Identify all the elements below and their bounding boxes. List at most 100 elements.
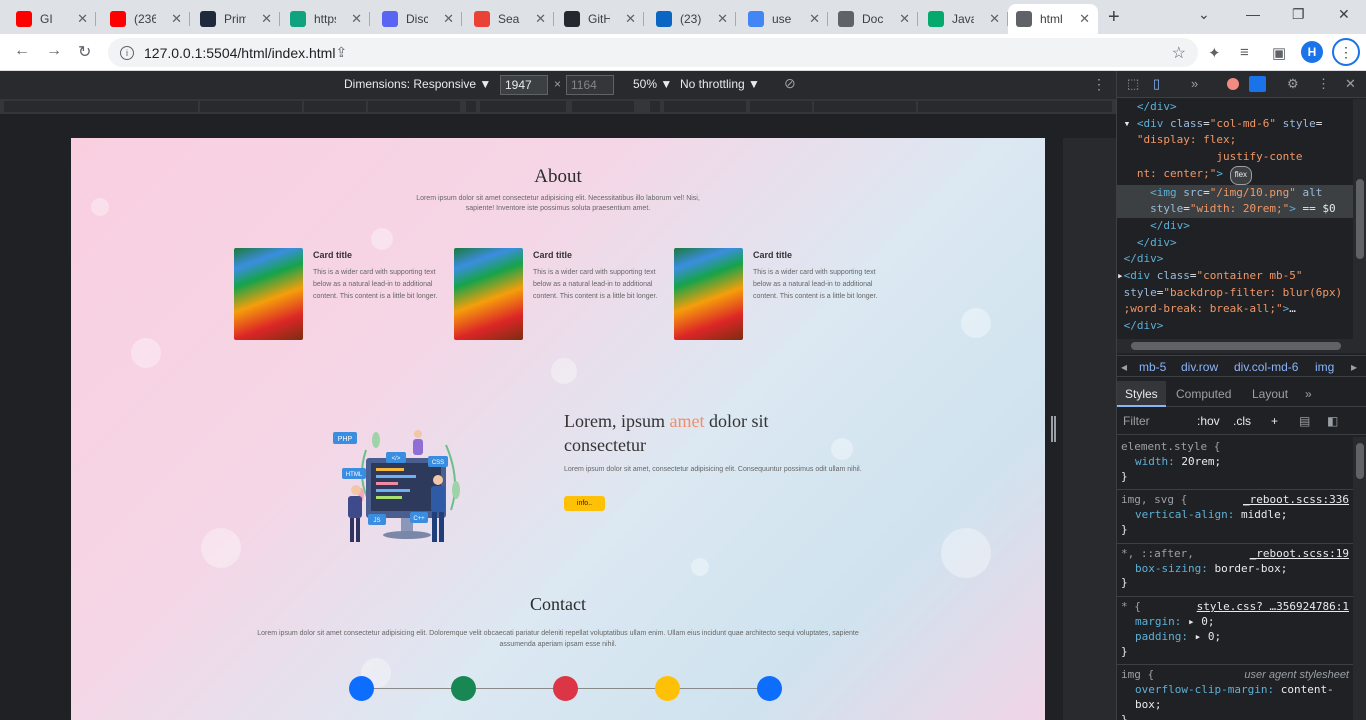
tab-close-icon[interactable]: ✕	[1079, 11, 1090, 27]
filter-input[interactable]: Filter	[1123, 414, 1150, 428]
reload-icon[interactable]: ↻	[78, 42, 91, 62]
maximize-button[interactable]: ❐	[1292, 6, 1305, 23]
info-button[interactable]: info..	[564, 496, 605, 511]
flex-badge[interactable]: flex	[1229, 165, 1253, 185]
minimize-button[interactable]: —	[1246, 6, 1260, 22]
tab-styles[interactable]: Styles	[1117, 381, 1166, 407]
settings-gear-icon[interactable]: ⚙	[1287, 76, 1299, 92]
browser-tab[interactable]: Docu ✕	[830, 4, 918, 34]
browser-tab[interactable]: GI ✕	[8, 4, 96, 34]
browser-tab[interactable]: (23) F ✕	[648, 4, 736, 34]
css-property[interactable]: width: 20rem;	[1121, 455, 1349, 470]
browser-tab[interactable]: Prim ✕	[192, 4, 280, 34]
crumb-row[interactable]: div.row	[1181, 360, 1218, 374]
tab-search-icon[interactable]: ⌄	[1198, 6, 1210, 23]
tab-close-icon[interactable]: ✕	[625, 11, 636, 27]
tab-close-icon[interactable]: ✕	[989, 11, 1000, 27]
elements-scrollbar[interactable]	[1353, 99, 1366, 339]
css-property[interactable]: box-sizing: border-box;	[1121, 562, 1349, 577]
css-rule[interactable]: * {style.css? …356924786:1 margin: ▸ 0; pa…	[1117, 597, 1353, 666]
site-info-icon[interactable]: i	[120, 45, 134, 60]
elements-tree[interactable]: </div> ▾ <div class="col-md-6" style= "d…	[1117, 99, 1353, 339]
tab-close-icon[interactable]: ✕	[77, 11, 88, 27]
crumb-img[interactable]: img	[1315, 360, 1334, 374]
new-rule-icon[interactable]: +	[1271, 414, 1278, 428]
width-input[interactable]: 1947	[500, 75, 548, 95]
timeline-dot[interactable]	[349, 676, 374, 701]
inspect-icon[interactable]: ⬚	[1127, 76, 1139, 92]
back-icon[interactable]: ←	[14, 42, 30, 60]
tab-close-icon[interactable]: ✕	[171, 11, 182, 27]
tab-close-icon[interactable]: ✕	[809, 11, 820, 27]
tab-close-icon[interactable]: ✕	[535, 11, 546, 27]
browser-tab[interactable]: use c ✕	[740, 4, 828, 34]
rule-source-link[interactable]: _reboot.scss:19	[1250, 547, 1349, 562]
timeline-dot[interactable]	[655, 676, 680, 701]
browser-menu-icon[interactable]: ⋮	[1332, 38, 1360, 66]
css-rule[interactable]: element.style {width: 20rem;}	[1117, 437, 1353, 491]
toggle-sidebar-icon[interactable]: ◧	[1327, 414, 1338, 428]
rule-source-link[interactable]: _reboot.scss:336	[1243, 493, 1349, 508]
tab-layout[interactable]: Layout	[1252, 387, 1288, 401]
rotate-icon[interactable]: ⊘	[784, 75, 796, 92]
crumb-right-arrow[interactable]: ▸	[1351, 360, 1357, 374]
css-property[interactable]: overflow-clip-margin: content-box;	[1121, 683, 1349, 713]
devtools-menu-icon[interactable]: ⋮	[1317, 76, 1330, 92]
rule-source-link[interactable]: style.css? …356924786:1	[1197, 600, 1349, 615]
device-more-icon[interactable]: ⋮	[1092, 76, 1106, 93]
new-tab-button[interactable]: +	[1108, 6, 1120, 29]
tab-close-icon[interactable]: ✕	[899, 11, 910, 27]
elements-hscrollbar[interactable]	[1117, 339, 1366, 353]
media-icon[interactable]: ≡	[1240, 44, 1249, 61]
crumb-col[interactable]: div.col-md-6	[1234, 360, 1298, 374]
dimensions-select[interactable]: Dimensions: Responsive ▼	[344, 77, 491, 91]
css-property[interactable]: vertical-align: middle;	[1121, 508, 1349, 523]
timeline-dot[interactable]	[757, 676, 782, 701]
browser-tab[interactable]: GitHu ✕	[556, 4, 644, 34]
crumb-mb5[interactable]: mb-5	[1139, 360, 1166, 374]
messages-icon[interactable]	[1249, 76, 1266, 92]
css-rule[interactable]: img {user agent stylesheet overflow-clip-…	[1117, 665, 1353, 720]
rule-source-link[interactable]: user agent stylesheet	[1244, 668, 1349, 683]
url-field[interactable]: i 127.0.0.1:5504/html/index.html ⇪ ☆	[108, 38, 1198, 67]
hov-toggle[interactable]: :hov	[1197, 414, 1220, 428]
tab-computed[interactable]: Computed	[1176, 387, 1231, 401]
cls-toggle[interactable]: .cls	[1233, 414, 1251, 428]
throttling-select[interactable]: No throttling ▼	[680, 77, 760, 91]
extensions-icon[interactable]: ✦	[1208, 44, 1221, 62]
tab-close-icon[interactable]: ✕	[717, 11, 728, 27]
more-tabs-icon[interactable]: »	[1191, 76, 1198, 91]
forward-icon[interactable]: →	[46, 42, 62, 60]
tab-close-icon[interactable]: ✕	[351, 11, 362, 27]
css-rule[interactable]: *, ::after, _reboot.scss:19 box-sizing: bo…	[1117, 544, 1353, 598]
browser-tab[interactable]: Searc ✕	[466, 4, 554, 34]
browser-tab[interactable]: (236 ✕	[102, 4, 190, 34]
share-icon[interactable]: ⇪	[335, 44, 347, 61]
timeline-dot[interactable]	[451, 676, 476, 701]
profile-avatar[interactable]: H	[1301, 41, 1323, 63]
tab-close-icon[interactable]: ✕	[261, 11, 272, 27]
css-property[interactable]: margin: ▸ 0;	[1121, 615, 1349, 630]
styles-scrollbar[interactable]	[1353, 437, 1366, 720]
side-panel-icon[interactable]: ▣	[1272, 44, 1286, 62]
timeline-dot[interactable]	[553, 676, 578, 701]
css-rule[interactable]: img, svg {_reboot.scss:336 vertical-align…	[1117, 490, 1353, 544]
crumb-left-arrow[interactable]: ◂	[1121, 360, 1127, 374]
device-toggle-icon[interactable]: ▯	[1153, 76, 1160, 92]
browser-tab[interactable]: html ✕	[1008, 4, 1098, 34]
close-devtools-icon[interactable]: ✕	[1345, 76, 1356, 92]
browser-tab[interactable]: https ✕	[282, 4, 370, 34]
error-icon[interactable]	[1227, 78, 1239, 90]
resize-handle[interactable]	[1051, 416, 1056, 442]
tab-close-icon[interactable]: ✕	[443, 11, 454, 27]
browser-tab[interactable]: Disco ✕	[374, 4, 462, 34]
styles-pane[interactable]: element.style {width: 20rem;} img, svg {_…	[1117, 437, 1353, 720]
zoom-select[interactable]: 50% ▼	[633, 77, 672, 91]
media-query-ruler[interactable]	[0, 99, 1116, 114]
paint-icon[interactable]: ▤	[1299, 414, 1310, 428]
bookmark-star-icon[interactable]: ☆	[1172, 43, 1186, 63]
browser-tab[interactable]: JavaS ✕	[920, 4, 1008, 34]
css-property[interactable]: padding: ▸ 0;	[1121, 630, 1349, 645]
close-window-button[interactable]: ✕	[1338, 6, 1350, 23]
more-panels-icon[interactable]: »	[1305, 387, 1312, 401]
